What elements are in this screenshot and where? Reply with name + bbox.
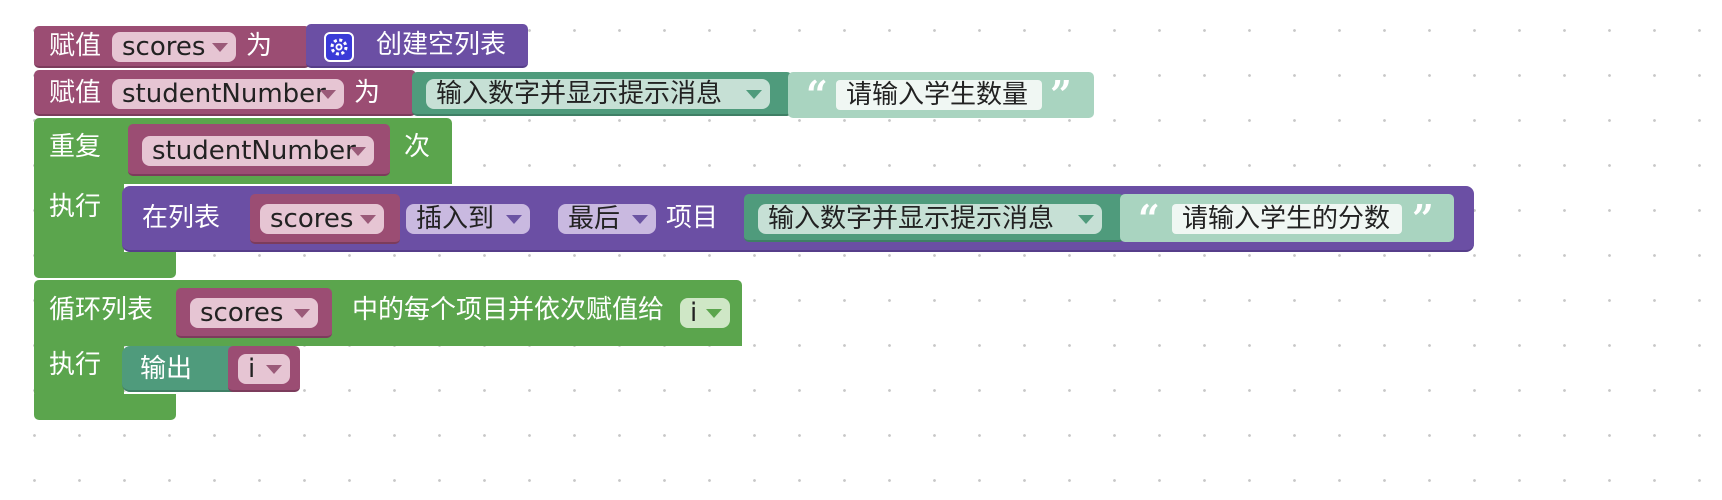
prompt-type-label: 输入数字并显示提示消息 bbox=[768, 204, 1055, 234]
repeat-count-variable-block[interactable]: studentNumber bbox=[128, 124, 390, 176]
for-each-label: 循环列表 bbox=[49, 295, 154, 325]
repeat-label: 重复 bbox=[49, 132, 102, 162]
prompt-number-block[interactable]: 输入数字并显示提示消息 bbox=[412, 72, 792, 116]
text-value: 请输入学生的分数 bbox=[1182, 204, 1391, 234]
chevron-down-icon bbox=[632, 215, 648, 224]
variable-name: studentNumber bbox=[152, 136, 356, 166]
times-label: 次 bbox=[404, 132, 431, 162]
create-empty-list-block[interactable]: 创建空列表 bbox=[306, 24, 528, 68]
chevron-down-icon bbox=[266, 365, 282, 374]
open-quote-icon: “ bbox=[806, 72, 828, 117]
variable-dropdown[interactable]: studentNumber bbox=[112, 79, 344, 109]
list-insert-block[interactable]: 在列表 scores 插入到 最后 项目 bbox=[122, 186, 752, 252]
text-block[interactable]: “ 请输入学生的分数 ” bbox=[1120, 194, 1454, 242]
close-quote-icon: ” bbox=[1412, 196, 1434, 241]
chevron-down-icon bbox=[360, 215, 376, 224]
variable-name: studentNumber bbox=[122, 79, 326, 109]
list-variable-block[interactable]: scores bbox=[176, 288, 332, 338]
close-quote-icon: ” bbox=[1050, 72, 1072, 117]
chevron-down-icon bbox=[350, 147, 366, 156]
assign-label: 中的每个项目并依次赋值给 bbox=[352, 295, 665, 325]
insert-mode-dropdown[interactable]: 插入到 bbox=[406, 204, 530, 234]
print-variable-block[interactable]: i bbox=[228, 346, 300, 392]
for-each-block[interactable]: 循环列表 scores 中的每个项目并依次赋值给 i bbox=[34, 280, 742, 346]
to-label: 为 bbox=[246, 31, 273, 61]
repeat-bottom-arm bbox=[34, 252, 176, 278]
variable-name: scores bbox=[122, 32, 206, 62]
position-label: 最后 bbox=[568, 204, 621, 234]
print-block[interactable]: 输出 bbox=[122, 346, 234, 392]
set-label: 赋值 bbox=[49, 78, 102, 108]
variable-dropdown[interactable]: i bbox=[238, 354, 290, 384]
in-list-label: 在列表 bbox=[142, 203, 221, 233]
print-label: 输出 bbox=[140, 354, 193, 384]
prompt-type-dropdown[interactable]: 输入数字并显示提示消息 bbox=[426, 79, 770, 109]
item-label: 项目 bbox=[666, 203, 719, 233]
chevron-down-icon bbox=[1078, 215, 1094, 224]
variable-dropdown[interactable]: scores bbox=[190, 298, 318, 328]
to-label: 为 bbox=[354, 78, 381, 108]
do-label: 执行 bbox=[49, 350, 102, 380]
prompt-type-label: 输入数字并显示提示消息 bbox=[436, 79, 723, 109]
prompt-type-dropdown[interactable]: 输入数字并显示提示消息 bbox=[758, 204, 1102, 234]
for-each-body-arm: 执行 bbox=[34, 340, 124, 398]
variable-dropdown[interactable]: scores bbox=[112, 32, 236, 62]
chevron-down-icon bbox=[706, 309, 722, 318]
loop-variable-name: i bbox=[690, 298, 698, 328]
chevron-down-icon bbox=[746, 90, 762, 99]
create-empty-list-label: 创建空列表 bbox=[376, 30, 507, 60]
do-label: 执行 bbox=[49, 192, 102, 222]
chevron-down-icon bbox=[294, 309, 310, 318]
chevron-down-icon bbox=[506, 215, 522, 224]
variable-name: scores bbox=[270, 204, 354, 234]
list-variable-block[interactable]: scores bbox=[250, 194, 400, 244]
chevron-down-icon bbox=[212, 43, 228, 52]
text-value: 请输入学生数量 bbox=[846, 80, 1029, 110]
prompt-number-block[interactable]: 输入数字并显示提示消息 bbox=[744, 194, 1124, 242]
text-input[interactable]: 请输入学生数量 bbox=[836, 80, 1042, 110]
for-each-bottom-arm bbox=[34, 394, 176, 420]
loop-variable-dropdown[interactable]: i bbox=[680, 298, 730, 328]
set-student-number-block[interactable]: 赋值 studentNumber 为 bbox=[34, 70, 416, 116]
insert-mode-label: 插入到 bbox=[416, 204, 495, 234]
text-input[interactable]: 请输入学生的分数 bbox=[1172, 204, 1402, 234]
variable-name: scores bbox=[200, 298, 284, 328]
gear-icon[interactable] bbox=[324, 32, 354, 62]
set-scores-block[interactable]: 赋值 scores 为 bbox=[34, 26, 310, 68]
variable-name: i bbox=[248, 354, 256, 384]
chevron-down-icon bbox=[320, 90, 336, 99]
position-dropdown[interactable]: 最后 bbox=[558, 204, 656, 234]
variable-dropdown[interactable]: scores bbox=[260, 204, 384, 234]
set-label: 赋值 bbox=[49, 31, 102, 61]
open-quote-icon: “ bbox=[1138, 196, 1160, 241]
variable-dropdown[interactable]: studentNumber bbox=[142, 136, 374, 166]
text-block[interactable]: “ 请输入学生数量 ” bbox=[788, 72, 1094, 118]
